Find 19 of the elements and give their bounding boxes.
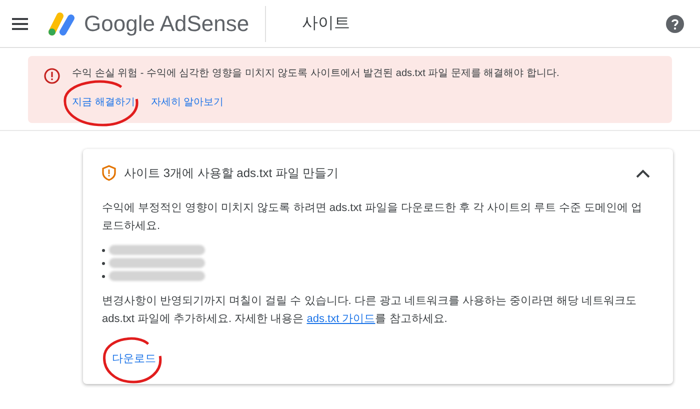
guide-link[interactable]: ads.txt 가이드 bbox=[306, 313, 376, 325]
intro-text: 수익에 부정적인 영향이 미치지 않도록 하려면 ads.txt 파일을 다운로드한 후 각 사이트의 루트 수준 도메인에 업로드하세요. bbox=[102, 201, 644, 234]
logo-icon bbox=[48, 12, 76, 36]
bullet-icon bbox=[102, 248, 105, 252]
error-icon bbox=[44, 68, 60, 84]
menu-icon[interactable] bbox=[12, 18, 28, 30]
note-text: 변경사항이 반영되기까지 며칠이 걸릴 수 있습니다. 다른 광고 네트워크를 사용하는 중이라면 해당 네트워크도 ads.txt 파일에 추가하세요. 자세한 내용은 ads.txt 가이드를 참고하세요. bbox=[102, 294, 638, 327]
product-name: Google AdSense bbox=[84, 10, 250, 38]
collapse-icon[interactable] bbox=[636, 168, 650, 178]
bullet-icon bbox=[102, 262, 105, 264]
link-button[interactable]: 지금 해결하기 bbox=[72, 95, 135, 110]
bullet-icon bbox=[102, 274, 105, 278]
alert-message: 수익 손실 위험 - 수익에 심각한 영향을 미치지 않도록 사이트에서 발견된 ads.txt 파일 문제를 해결해야 합니다. bbox=[72, 67, 560, 81]
page-title: 사이트 bbox=[302, 14, 350, 34]
link-button[interactable]: 자세히 알아보기 bbox=[150, 95, 224, 110]
shield-icon bbox=[102, 165, 116, 181]
link-button[interactable]: 다운로드 bbox=[112, 351, 156, 368]
help-icon[interactable] bbox=[666, 14, 684, 32]
card-title: 사이트 3개에 사용할 ads.txt 파일 만들기 bbox=[124, 165, 339, 182]
